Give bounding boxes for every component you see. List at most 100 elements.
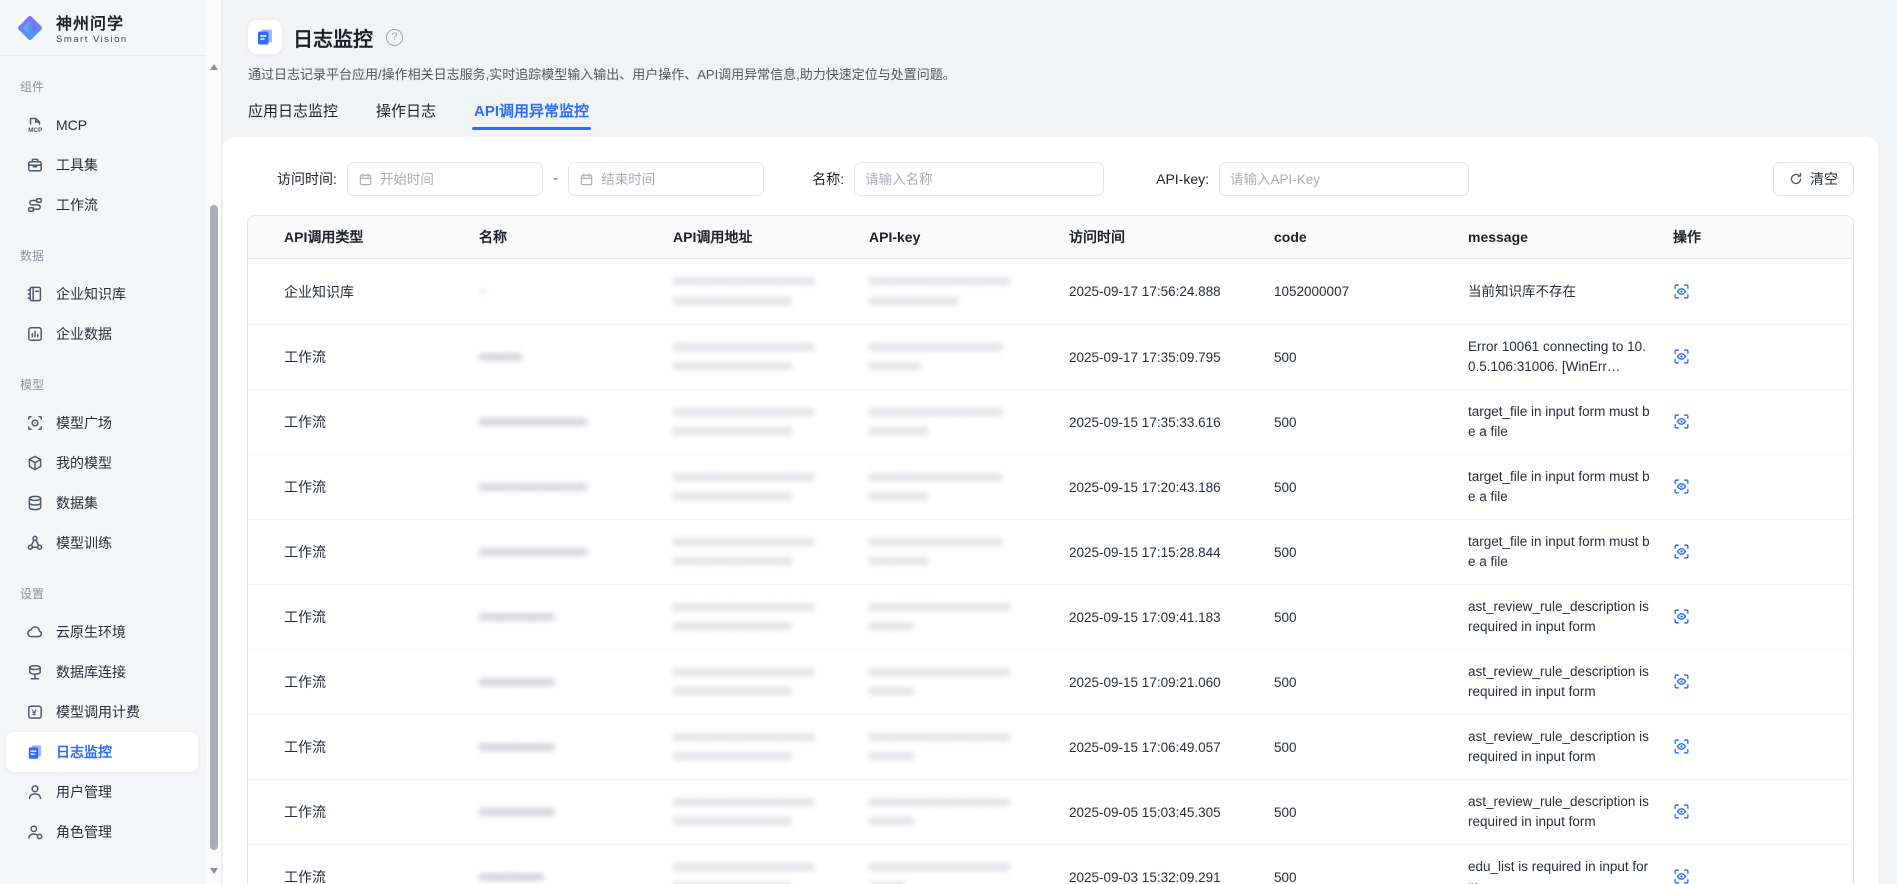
help-icon[interactable]: ? xyxy=(386,29,403,46)
cell-name: – xyxy=(463,281,657,301)
sidebar-item-log-monitor[interactable]: 日志监控 xyxy=(6,732,198,772)
sidebar-item-user-mgmt[interactable]: 用户管理 xyxy=(6,772,198,812)
cell-code: 500 xyxy=(1258,610,1452,625)
cell-message: edu_list is required in input form xyxy=(1452,857,1657,884)
end-time-input[interactable] xyxy=(568,162,764,196)
scrollbar-thumb[interactable] xyxy=(210,205,218,850)
scroll-up-arrow-icon[interactable] xyxy=(210,64,218,70)
apikey-field[interactable] xyxy=(1230,172,1458,187)
redacted-url: nnnnnnnnnnnnnnnnnnn xyxy=(673,468,853,487)
view-detail-button[interactable] xyxy=(1673,348,1691,366)
redacted-name: mmmm xyxy=(479,347,657,367)
start-time-input[interactable] xyxy=(347,162,543,196)
cell-access-time: 2025-09-17 17:56:24.888 xyxy=(1053,284,1258,299)
page-description: 通过日志记录平台应用/操作相关日志服务,实时追踪模型输入输出、用户操作、API调… xyxy=(248,64,1897,83)
sidebar-item-role-mgmt[interactable]: 角色管理 xyxy=(6,812,198,852)
view-detail-button[interactable] xyxy=(1673,868,1691,884)
cell-api-type: 工作流 xyxy=(248,347,463,367)
column-header: 名称 xyxy=(463,227,657,247)
end-time-field[interactable] xyxy=(601,172,753,187)
redacted-api-key: nnnnnnnnnnnnnnnnnn xyxy=(869,468,1053,487)
cell-api-key: nnnnnnnnnnnnnnnnnn nnnnnnnn xyxy=(853,403,1053,442)
clear-button-label: 清空 xyxy=(1810,169,1838,189)
table-row: 工作流 mmmmmmmmmm nnnnnnnnnnnnnnnnnnn nnnnn… xyxy=(248,389,1853,454)
redacted-name: mmmmmmm xyxy=(479,607,657,627)
cell-message: ast_review_rule_description is required … xyxy=(1452,727,1657,766)
sidebar-scrollbar[interactable] xyxy=(206,0,222,884)
sidebar-item-cloud-native[interactable]: 云原生环境 xyxy=(6,612,198,652)
view-detail-button[interactable] xyxy=(1673,413,1691,431)
sidebar-item-billing[interactable]: ¥ 模型调用计费 xyxy=(6,692,198,732)
cell-message: 当前知识库不存在 xyxy=(1452,282,1657,302)
cell-api-key: nnnnnnnnnnnnnnnnnnn nnnnnn xyxy=(853,793,1053,832)
cell-message: Error 10061 connecting to 10.0.5.106:310… xyxy=(1452,337,1657,376)
sidebar-item-workflow[interactable]: 工作流 xyxy=(6,185,198,225)
tab-op-log[interactable]: 操作日志 xyxy=(376,100,436,130)
view-detail-button[interactable] xyxy=(1673,673,1691,691)
redacted-url: nnnnnnnnnnnnnnnn xyxy=(673,812,853,831)
cube-icon xyxy=(26,454,44,472)
view-detail-button[interactable] xyxy=(1673,543,1691,561)
message-text: Error 10061 connecting to 10.0.5.106:310… xyxy=(1468,337,1657,376)
redacted-url: nnnnnnnnnnnnnnnn xyxy=(673,292,853,311)
cell-code: 500 xyxy=(1258,870,1452,884)
view-detail-button[interactable] xyxy=(1673,738,1691,756)
view-detail-button[interactable] xyxy=(1673,283,1691,301)
view-detail-button[interactable] xyxy=(1673,478,1691,496)
sidebar-item-knowledge-base[interactable]: 企业知识库 xyxy=(6,274,198,314)
cell-name: mmmmmmm xyxy=(463,607,657,627)
sidebar-item-toolset[interactable]: 工具集 xyxy=(6,145,198,185)
sidebar-section-label: 设置 xyxy=(20,585,206,602)
cell-access-time: 2025-09-03 15:32:09.291 xyxy=(1053,870,1258,884)
cell-name: mmmmmmmmmm xyxy=(463,477,657,497)
database-icon xyxy=(26,494,44,512)
name-input[interactable] xyxy=(854,162,1104,196)
time-filter-label: 访问时间: xyxy=(277,169,337,189)
view-detail-button[interactable] xyxy=(1673,608,1691,626)
filter-bar: 访问时间: - 名称: xyxy=(247,162,1854,196)
sidebar-item-label: 云原生环境 xyxy=(56,622,126,642)
cell-name: mmmmmmm xyxy=(463,672,657,692)
apikey-input[interactable] xyxy=(1219,162,1469,196)
name-field[interactable] xyxy=(865,172,1093,187)
scroll-down-arrow-icon[interactable] xyxy=(210,868,218,874)
cell-actions xyxy=(1657,738,1853,756)
cell-api-type: 工作流 xyxy=(248,737,463,757)
brand-subtitle: Smart Vision xyxy=(56,34,128,45)
tab-api-exception[interactable]: API调用异常监控 xyxy=(474,100,589,130)
sidebar-item-label: 模型调用计费 xyxy=(56,702,140,722)
start-time-field[interactable] xyxy=(380,172,532,187)
clear-button[interactable]: 清空 xyxy=(1773,162,1854,196)
sidebar-item-label: 模型广场 xyxy=(56,413,112,433)
sidebar-item-dataset[interactable]: 数据集 xyxy=(6,483,198,523)
sidebar-item-my-models[interactable]: 我的模型 xyxy=(6,443,198,483)
cell-code: 500 xyxy=(1258,545,1452,560)
cell-name: mmmmmmmmmm xyxy=(463,542,657,562)
sidebar-item-enterprise-data[interactable]: 企业数据 xyxy=(6,314,198,354)
redacted-name: mmmmmmmmmm xyxy=(479,542,657,562)
redacted-api-key: nnnnnnnnnnnn xyxy=(869,292,1053,311)
sidebar-item-label: 工作流 xyxy=(56,195,98,215)
column-header: code xyxy=(1258,229,1452,245)
redacted-api-key: nnnnnnnnnnnnnnnnnnn xyxy=(869,793,1053,812)
sidebar-item-model-training[interactable]: 模型训练 xyxy=(6,523,198,563)
sidebar-item-db-connection[interactable]: 数据库连接 xyxy=(6,652,198,692)
redacted-api-key: nnnnnnnnnnnnnnnnnnn xyxy=(869,272,1053,291)
message-text: ast_review_rule_description is required … xyxy=(1468,792,1657,831)
cell-api-url: nnnnnnnnnnnnnnnnnnn nnnnnnnnnnnnnnnn xyxy=(657,533,853,572)
sidebar-item-model-plaza[interactable]: 模型广场 xyxy=(6,403,198,443)
user-icon xyxy=(26,783,44,801)
tab-app-log[interactable]: 应用日志监控 xyxy=(248,100,338,130)
calendar-icon xyxy=(579,172,594,187)
cell-actions xyxy=(1657,868,1853,884)
brand: 神州问学 Smart Vision xyxy=(0,0,206,56)
view-detail-button[interactable] xyxy=(1673,803,1691,821)
redacted-name: – xyxy=(479,281,657,301)
table-row: 工作流 mmmmmmm nnnnnnnnnnnnnnnnnnn nnnnnnnn… xyxy=(248,779,1853,844)
column-header: 访问时间 xyxy=(1053,227,1258,247)
table-body: 企业知识库 – nnnnnnnnnnnnnnnnnnn nnnnnnnnnnnn… xyxy=(248,259,1853,884)
sidebar-item-mcp[interactable]: MCP MCP xyxy=(6,105,198,145)
cell-api-key: nnnnnnnnnnnnnnnnnnn nnnnn xyxy=(853,858,1053,884)
redacted-name: mmmmmmm xyxy=(479,737,657,757)
cell-api-key: nnnnnnnnnnnnnnnnnn nnnnnnn xyxy=(853,338,1053,377)
